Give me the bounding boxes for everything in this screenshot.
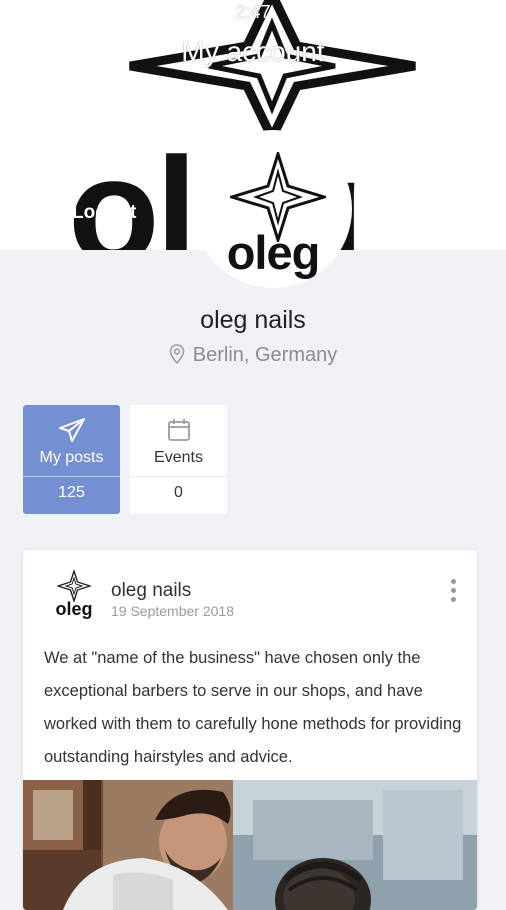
tab-header: Events [130,405,227,477]
menu-dot [451,579,456,584]
location-text: Berlin, Germany [192,344,338,366]
posts-count: 125 [58,484,85,501]
status-time: 2:47 [235,2,271,22]
tab-divider [23,476,120,477]
profile-location: Berlin, Germany [0,344,506,367]
post-image[interactable] [23,780,477,910]
page-title: My account [181,36,325,67]
menu-dot [451,597,456,602]
tab-icon-wrapper [23,417,120,443]
tab-divider [130,476,227,477]
location-pin-icon [169,344,185,365]
more-options-icon[interactable] [447,578,461,604]
tab-label: Events [154,449,203,466]
post-author-avatar[interactable]: oleg [43,568,105,620]
tab-my-posts[interactable]: My posts 125 [23,405,120,514]
tab-label: My posts [39,449,104,466]
post-body: We at "name of the business" have chosen… [44,649,462,766]
tab-header: My posts [23,405,120,477]
logout-button[interactable]: Logout [72,202,136,224]
post-card[interactable]: oleg oleg nails 19 September 2018 We at … [23,550,477,910]
events-count: 0 [174,484,183,501]
calendar-icon [167,419,190,441]
profile-name: oleg nails [200,306,306,334]
tab-events[interactable]: Events 0 [130,405,227,514]
tab-icon-wrapper [130,417,227,443]
post-avatar-wordmark: oleg [55,599,93,619]
post-date: 19 September 2018 [111,603,234,619]
paper-plane-icon [58,418,85,442]
profile-avatar[interactable]: oleg [194,130,352,288]
post-avatar-star-icon [57,570,91,602]
menu-dot [451,588,456,593]
post-author-name[interactable]: oleg nails [111,580,191,602]
avatar-wordmark: oleg [226,226,321,279]
